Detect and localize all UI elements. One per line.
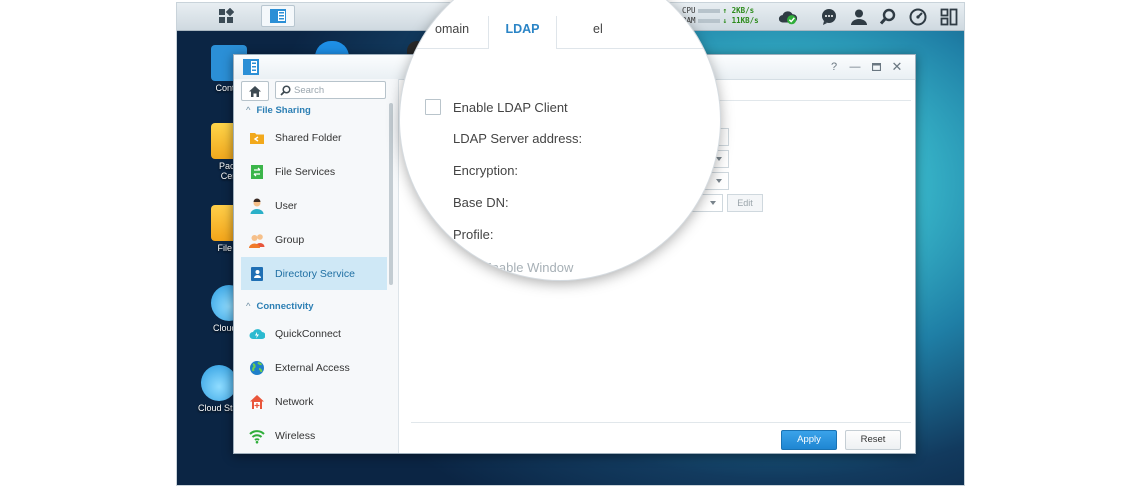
close-button[interactable]: ✕ [889, 59, 905, 75]
tab-divider [400, 48, 720, 49]
shared-folder-icon [250, 132, 264, 144]
taskbar-control-panel-button[interactable] [261, 5, 295, 27]
base-dn-label: Base DN: [453, 195, 509, 210]
tab-ldap[interactable]: LDAP [488, 16, 557, 49]
enable-windows-checkbox[interactable] [456, 258, 472, 274]
cpu-label: CPU [682, 6, 696, 15]
apply-button[interactable]: Apply [781, 430, 837, 450]
chat-icon [822, 9, 836, 25]
control-panel-icon [270, 9, 286, 23]
sidebar-item-file-services[interactable]: File Services [241, 155, 387, 188]
sidebar-item-wireless[interactable]: Wireless [241, 419, 387, 452]
reset-button[interactable]: Reset [845, 430, 901, 450]
network-house-icon [250, 394, 264, 409]
user-options-button[interactable] [849, 7, 869, 27]
widgets-button[interactable] [908, 7, 928, 27]
quickconnect-icon [249, 328, 265, 339]
tab-ldap-label: LDAP [505, 22, 540, 36]
notifications-button[interactable] [819, 7, 839, 27]
user-icon [851, 9, 867, 25]
tab-domain[interactable]: omain [435, 22, 469, 36]
section-label: Connectivity [256, 301, 314, 312]
profile-label: Profile: [453, 227, 494, 242]
sidebar-item-network[interactable]: Network [241, 385, 387, 418]
wifi-icon [249, 429, 265, 443]
edit-button[interactable]: Edit [727, 194, 763, 212]
sidebar-item-quickconnect[interactable]: QuickConnect [241, 317, 387, 350]
sidebar-scrollbar[interactable] [389, 103, 393, 285]
chevron-up-icon: ^ [246, 105, 251, 116]
sidebar-item-label: QuickConnect [275, 327, 341, 340]
cloud-check-icon [778, 11, 798, 25]
search-input[interactable] [294, 82, 382, 98]
cloud-status-button[interactable] [778, 7, 798, 27]
sidebar-item-label: Shared Folder [275, 131, 342, 144]
control-panel-icon [243, 59, 259, 75]
sidebar-item-label: External Access [275, 361, 350, 374]
maximize-button[interactable] [868, 59, 884, 75]
home-icon [249, 85, 261, 97]
sidebar-item-label: Wireless [275, 429, 316, 442]
section-connectivity[interactable]: ^ Connectivity [246, 301, 313, 312]
enable-ldap-client-label: Enable LDAP Client [453, 100, 568, 115]
search-button[interactable] [878, 7, 898, 27]
dashboard-gauge-icon [909, 8, 927, 26]
section-label: File Sharing [256, 105, 311, 116]
maximize-icon [871, 62, 881, 72]
sidebar-item-external-access[interactable]: External Access [241, 351, 387, 384]
help-button[interactable]: ? [826, 59, 842, 75]
main-menu-button[interactable] [203, 5, 249, 27]
section-file-sharing[interactable]: ^ File Sharing [246, 105, 311, 116]
sidebar-item-label: Directory Service [275, 267, 355, 280]
upload-speed: 2KB/s [731, 6, 755, 15]
sidebar-item-label: User [275, 199, 298, 212]
download-speed: 11KB/s [731, 16, 759, 25]
file-services-icon [251, 164, 263, 179]
cloud-icon [201, 365, 237, 401]
sidebar-item-user[interactable]: User [241, 189, 387, 222]
chevron-up-icon: ^ [246, 301, 251, 312]
grid-icon [219, 8, 234, 23]
sidebar-item-label: Network [275, 395, 314, 408]
enable-ldap-client-checkbox[interactable] [425, 99, 441, 115]
sidebar-item-label: Group [275, 233, 305, 246]
sidebar-item-directory-service[interactable]: Directory Service [241, 257, 387, 290]
home-button[interactable] [241, 81, 269, 101]
encryption-label: Encryption: [453, 163, 519, 178]
globe-icon [250, 360, 264, 375]
directory-service-icon [251, 266, 263, 281]
search-icon [879, 8, 896, 25]
help-icon: ? [830, 61, 838, 73]
user-icon [250, 198, 264, 214]
resource-monitor-widget[interactable]: CPU ↑ 2KB/s RAM ↓ 11KB/s [682, 6, 759, 26]
ldap-server-address-label: LDAP Server address: [453, 131, 583, 146]
close-icon: ✕ [891, 59, 903, 74]
search-box [275, 81, 386, 99]
minimize-button[interactable]: — [847, 59, 863, 75]
sidebar-item-label: File Services [275, 165, 336, 178]
sidebar-item-group[interactable]: Group [241, 223, 387, 256]
group-icon [249, 233, 265, 248]
sidebar: ^ File Sharing Shared Folder File Service… [234, 79, 399, 453]
show-desktop-button[interactable] [939, 7, 959, 27]
enable-windows-label: Enable Window [483, 260, 574, 275]
minimize-icon: — [849, 61, 861, 73]
sidebar-item-shared-folder[interactable]: Shared Folder [241, 121, 387, 154]
windows-layout-icon [940, 8, 958, 26]
footer-divider [411, 422, 911, 423]
search-icon [280, 85, 291, 96]
tab-partial[interactable]: el [593, 22, 603, 36]
